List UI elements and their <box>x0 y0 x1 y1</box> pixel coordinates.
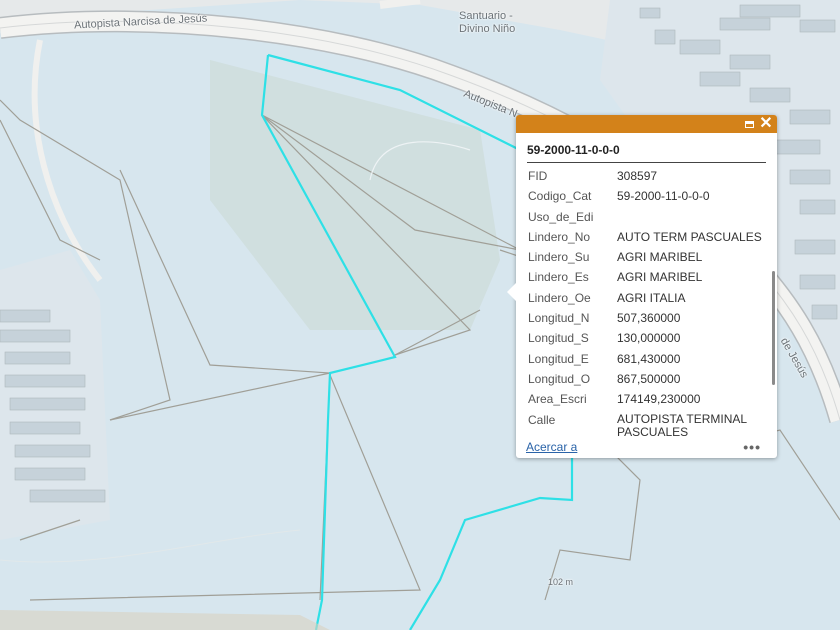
popup-pointer <box>507 283 516 301</box>
attribute-row: Lindero_Es AGRI MARIBEL <box>516 267 771 287</box>
attribute-value: 867,500000 <box>617 371 681 386</box>
attribute-key: Lindero_No <box>528 229 591 244</box>
attribute-value: 59-2000-11-0-0-0 <box>617 189 710 204</box>
attribute-value: 507,360000 <box>617 311 681 326</box>
attribute-value: AUTOPISTA TERMINAL PASCUALES <box>617 411 747 436</box>
attribute-key: Longitud_E <box>528 351 589 366</box>
attribute-value <box>617 207 771 227</box>
attribute-key: Lindero_Su <box>528 250 590 265</box>
popup-title: 59-2000-11-0-0-0 <box>527 143 766 163</box>
attribute-row: Longitud_E 681,430000 <box>516 349 771 369</box>
place-label-divino-nino: Divino Niño <box>459 23 516 35</box>
elevation-label: 102 m <box>548 577 574 587</box>
popup-header: ✕ <box>516 115 777 133</box>
attribute-row: Lindero_Oe AGRI ITALIA <box>516 288 771 308</box>
attribute-key: Lindero_Oe <box>528 290 591 305</box>
attribute-row: Calle AUTOPISTA TERMINAL PASCUALES <box>516 410 771 436</box>
attribute-value: 681,430000 <box>617 351 681 366</box>
attribute-row: Longitud_S 130,000000 <box>516 328 771 348</box>
attribute-value: AGRI MARIBEL <box>617 250 703 265</box>
attribute-key: Longitud_O <box>528 371 591 386</box>
attribute-value: 130,000000 <box>617 331 681 346</box>
feature-popup: ✕ 59-2000-11-0-0-0 FID 308597 Codigo_Cat 59… <box>507 115 777 458</box>
attribute-key: Longitud_S <box>528 331 589 346</box>
maximize-icon[interactable] <box>741 116 757 132</box>
place-label-santuario: Santuario - <box>459 10 513 22</box>
close-icon[interactable]: ✕ <box>758 116 774 132</box>
attribute-key: Longitud_N <box>528 311 590 326</box>
attribute-value: AGRI ITALIA <box>617 290 686 305</box>
attribute-row: Uso_de_Edi <box>516 207 771 227</box>
attribute-row: Lindero_Su AGRI MARIBEL <box>516 247 771 267</box>
attribute-key: Codigo_Cat <box>528 189 592 204</box>
attribute-row: FID 308597 <box>516 166 771 186</box>
more-options-icon[interactable]: ••• <box>743 439 761 455</box>
attribute-table[interactable]: FID 308597 Codigo_Cat 59-2000-11-0-0-0 Uso_d… <box>516 166 771 436</box>
attribute-value: AGRI MARIBEL <box>617 270 703 285</box>
attribute-row: Lindero_No AUTO TERM PASCUALES <box>516 227 771 247</box>
popup-footer: Acercar a ••• <box>526 439 761 455</box>
attribute-value: 308597 <box>617 169 658 183</box>
attribute-row: Longitud_O 867,500000 <box>516 369 771 389</box>
attribute-row: Longitud_N 507,360000 <box>516 308 771 328</box>
zoom-to-link[interactable]: Acercar a <box>526 440 577 454</box>
attribute-key: Lindero_Es <box>528 270 589 285</box>
attribute-key: Uso_de_Edi <box>528 209 594 224</box>
attribute-row: Codigo_Cat 59-2000-11-0-0-0 <box>516 186 771 206</box>
popup-scrollbar[interactable] <box>772 271 775 385</box>
attribute-key: FID <box>528 169 548 183</box>
attribute-key: Calle <box>528 412 556 427</box>
attribute-row: Area_Escri 174149,230000 <box>516 389 771 409</box>
attribute-value: AUTO TERM PASCUALES <box>617 229 762 244</box>
attribute-key: Area_Escri <box>528 392 587 407</box>
attribute-value: 174149,230000 <box>617 392 701 407</box>
